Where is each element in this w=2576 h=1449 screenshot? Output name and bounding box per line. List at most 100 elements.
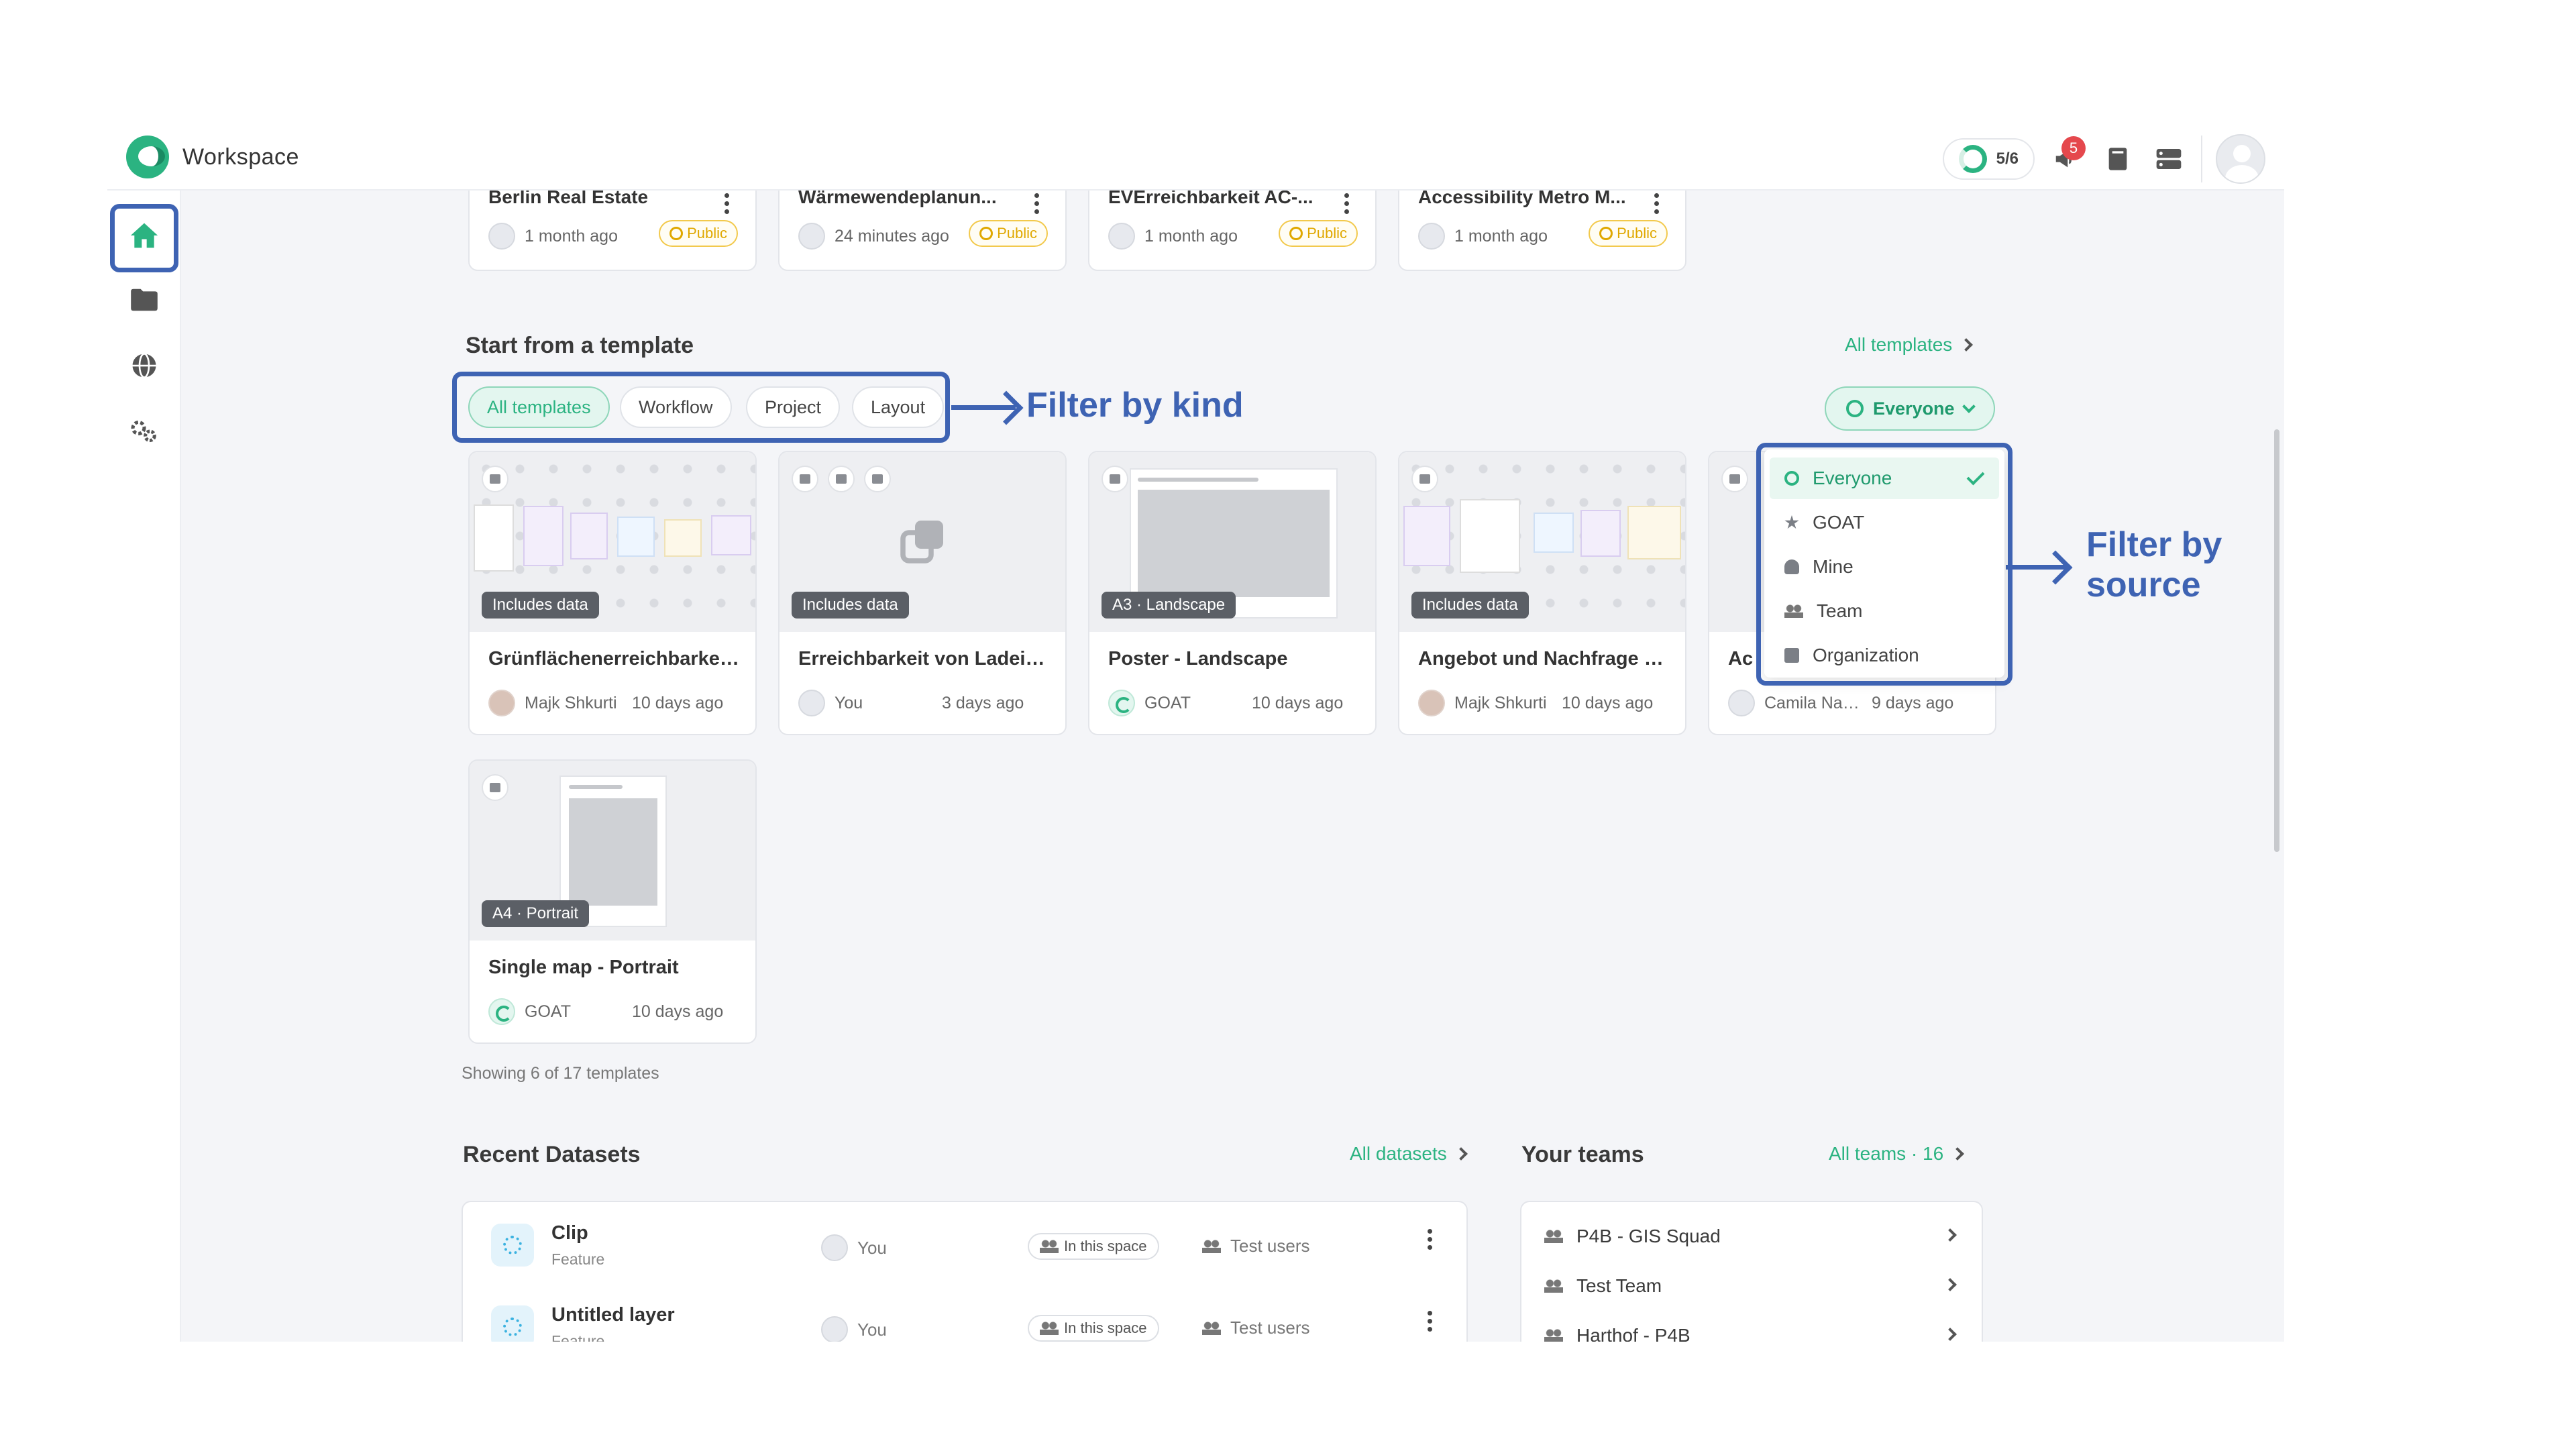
project-time: 1 month ago bbox=[1454, 226, 1548, 246]
chevron-right-icon bbox=[1960, 338, 1974, 352]
dataset-row[interactable]: Untitled layer Feature You In this space… bbox=[463, 1284, 1466, 1342]
book-icon bbox=[2108, 148, 2127, 170]
public-badge: Public bbox=[1279, 220, 1358, 247]
template-type-icons bbox=[792, 466, 891, 492]
template-title: Poster - Landscape bbox=[1108, 648, 1288, 669]
template-time: 10 days ago bbox=[632, 1002, 724, 1021]
template-thumbnail: Includes data bbox=[470, 452, 755, 632]
template-card[interactable]: Includes data Erreichbarkeit von Ladeinf… bbox=[778, 451, 1067, 735]
sidebar-item-settings[interactable] bbox=[113, 400, 176, 463]
public-badge: Public bbox=[969, 220, 1048, 247]
sidebar bbox=[107, 191, 181, 1342]
team-name: Test Team bbox=[1576, 1275, 1662, 1296]
template-meta: GOAT 10 days ago bbox=[1108, 690, 1363, 716]
project-card[interactable]: Wärmewendeplanun... 24 minutes ago Publi… bbox=[778, 191, 1067, 271]
visibility-label: Public bbox=[1307, 225, 1347, 241]
users-label: Test users bbox=[1230, 1236, 1310, 1256]
project-title: Wärmewendeplanun... bbox=[798, 191, 997, 207]
workflow-icon bbox=[482, 466, 508, 492]
document-icon bbox=[482, 774, 508, 801]
project-card[interactable]: Berlin Real Estate 1 month ago Public bbox=[468, 191, 757, 271]
onboarding-progress-button[interactable]: 5/6 bbox=[1942, 138, 2035, 180]
goat-avatar bbox=[488, 998, 515, 1025]
project-menu-button[interactable] bbox=[723, 193, 730, 217]
storage-button[interactable] bbox=[2150, 140, 2188, 178]
server-icon bbox=[2156, 149, 2182, 169]
project-meta: 1 month ago bbox=[488, 223, 618, 250]
template-thumbnail: Includes data bbox=[1399, 452, 1685, 632]
project-card[interactable]: Accessibility Metro M... 1 month ago Pub… bbox=[1398, 191, 1686, 271]
team-name: P4B - GIS Squad bbox=[1576, 1226, 1721, 1246]
template-card[interactable]: Includes data Grünflächenerreichbarkeit … bbox=[468, 451, 757, 735]
filter-kind-highlight-box bbox=[452, 372, 950, 443]
avatar bbox=[798, 690, 825, 716]
project-meta: 1 month ago bbox=[1108, 223, 1238, 250]
dataset-row[interactable]: Clip Feature You In this space Test user… bbox=[463, 1202, 1466, 1283]
globe-icon bbox=[1599, 227, 1613, 240]
all-templates-link[interactable]: All templates bbox=[1845, 334, 1974, 356]
template-card[interactable]: A4 · Portrait Single map - Portrait GOAT… bbox=[468, 759, 757, 1044]
team-row[interactable]: P4B - GIS Squad bbox=[1521, 1212, 1982, 1261]
project-menu-button[interactable] bbox=[1033, 193, 1040, 217]
template-title: Erreichbarkeit von Ladeinf... bbox=[798, 648, 1053, 669]
avatar bbox=[488, 223, 515, 250]
all-teams-link[interactable]: All teams · 16 bbox=[1829, 1143, 1965, 1165]
team-row[interactable]: Harthof - P4B bbox=[1521, 1311, 1982, 1342]
copy-icon bbox=[900, 521, 943, 564]
progress-text: 5/6 bbox=[1996, 150, 2019, 168]
template-badge: Includes data bbox=[792, 592, 909, 619]
sidebar-item-projects[interactable] bbox=[113, 268, 176, 331]
dataset-menu-button[interactable] bbox=[1426, 1229, 1433, 1253]
chart-icon bbox=[828, 466, 855, 492]
project-meta: 24 minutes ago bbox=[798, 223, 949, 250]
layout-preview-line bbox=[569, 785, 623, 789]
goat-avatar bbox=[1108, 690, 1135, 716]
project-card[interactable]: EVErreichbarkeit AC-... 1 month ago Publ… bbox=[1088, 191, 1377, 271]
template-card[interactable]: Includes data Angebot und Nachfrage pr..… bbox=[1398, 451, 1686, 735]
scrollbar[interactable] bbox=[2274, 429, 2279, 852]
brand[interactable]: Workspace bbox=[126, 136, 299, 178]
all-datasets-link-label: All datasets bbox=[1350, 1143, 1447, 1164]
template-badge: Includes data bbox=[482, 592, 599, 619]
template-meta: Camila Narb... 9 days ago bbox=[1728, 690, 1983, 716]
project-title: EVErreichbarkeit AC-... bbox=[1108, 191, 1313, 207]
templates-count-text: Showing 6 of 17 templates bbox=[462, 1064, 659, 1083]
folder-icon bbox=[131, 288, 158, 311]
workflow-preview bbox=[470, 492, 755, 586]
globe-icon bbox=[979, 227, 994, 240]
project-meta: 1 month ago bbox=[1418, 223, 1548, 250]
public-badge: Public bbox=[1589, 220, 1668, 247]
workflow-icon bbox=[864, 466, 891, 492]
team-row[interactable]: Test Team bbox=[1521, 1261, 1982, 1311]
notifications-button[interactable]: 5 bbox=[2048, 136, 2086, 178]
template-card[interactable]: A3 · Landscape Poster - Landscape GOAT 1… bbox=[1088, 451, 1377, 735]
dataset-menu-button[interactable] bbox=[1426, 1311, 1433, 1335]
template-badge: A3 · Landscape bbox=[1102, 592, 1236, 619]
project-menu-button[interactable] bbox=[1653, 193, 1660, 217]
dataset-name: Untitled layer bbox=[551, 1304, 675, 1326]
all-datasets-link[interactable]: All datasets bbox=[1350, 1143, 1468, 1165]
source-filter-button[interactable]: Everyone bbox=[1825, 386, 1995, 431]
avatar bbox=[488, 690, 515, 716]
docs-button[interactable] bbox=[2099, 140, 2137, 178]
layout-preview-line bbox=[1138, 478, 1258, 482]
users-label: Test users bbox=[1230, 1318, 1310, 1338]
template-meta: GOAT 10 days ago bbox=[488, 998, 743, 1025]
template-type-icons bbox=[1411, 466, 1438, 492]
template-thumbnail: Includes data bbox=[780, 452, 1065, 632]
sidebar-item-catalog[interactable] bbox=[113, 334, 176, 397]
project-menu-button[interactable] bbox=[1343, 193, 1350, 217]
app-name: Workspace bbox=[182, 144, 299, 170]
project-time: 24 minutes ago bbox=[835, 226, 949, 246]
template-author: GOAT bbox=[525, 1002, 571, 1021]
progress-ring-icon bbox=[1958, 145, 1987, 173]
templates-section-title: Start from a template bbox=[466, 333, 694, 358]
template-title: Single map - Portrait bbox=[488, 957, 679, 978]
template-type-icons bbox=[482, 774, 508, 801]
user-avatar[interactable] bbox=[2216, 134, 2265, 184]
owner-label: You bbox=[857, 1237, 887, 1258]
document-icon bbox=[1102, 466, 1128, 492]
template-meta: Majk Shkurti 10 days ago bbox=[488, 690, 743, 716]
datasets-section-title: Recent Datasets bbox=[463, 1142, 641, 1167]
filter-source-annotation-line2: source bbox=[2086, 566, 2201, 604]
